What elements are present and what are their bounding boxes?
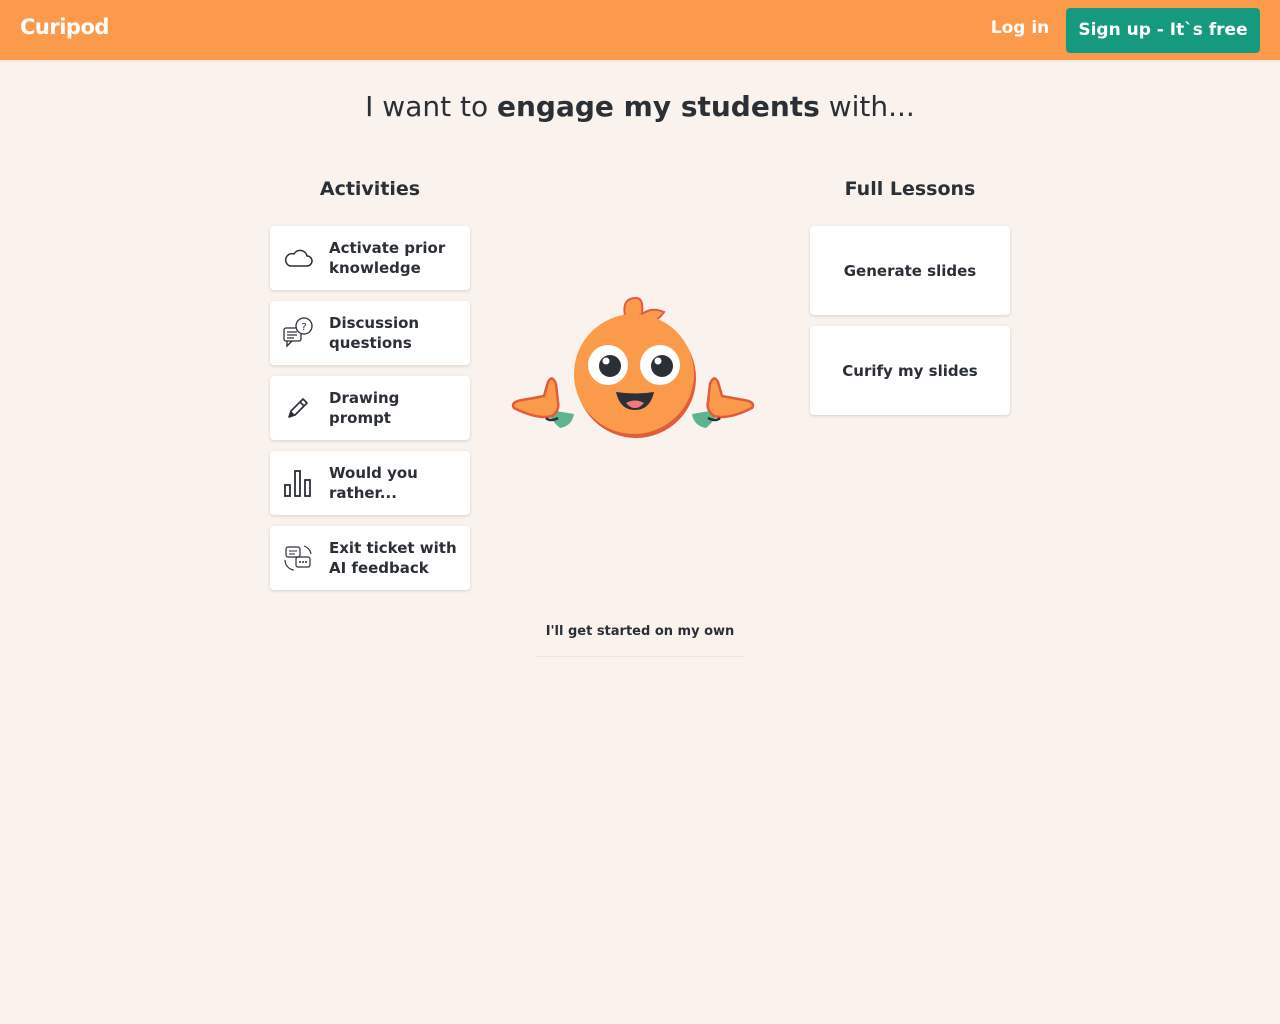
signup-button[interactable]: Sign up - It`s free (1066, 8, 1260, 53)
mascot-illustration (511, 296, 755, 438)
start-on-own-button[interactable]: I'll get started on my own (535, 617, 745, 657)
top-bar: Curipod Log in Sign up - It`s free (0, 0, 1280, 60)
curipod-logo[interactable]: Curipod (20, 15, 109, 39)
cloud-icon (284, 249, 313, 267)
activity-card-discussion-questions[interactable]: ? Discussion questions (270, 301, 470, 365)
generate-slides-button[interactable]: Generate slides (810, 226, 1010, 315)
activity-label: Would you rather... (329, 464, 418, 502)
activities-title: Activities (319, 178, 421, 200)
feedback-icon (284, 545, 312, 571)
heading-suffix: with... (819, 90, 915, 123)
activity-card-activate-prior-knowledge[interactable]: Activate prior knowledge (270, 226, 470, 290)
pencil-icon (288, 398, 308, 418)
activity-label: Activate prior knowledge (329, 239, 446, 277)
curify-slides-button[interactable]: Curify my slides (810, 326, 1010, 415)
heading-prefix: I want to (365, 90, 497, 123)
activity-label: Exit ticket with AI feedback (329, 539, 457, 577)
heading-bold: engage my students (497, 90, 820, 123)
page-heading: I want to engage my students with... (0, 90, 1280, 123)
lessons-title: Full Lessons (844, 178, 976, 200)
activity-card-exit-ticket[interactable]: Exit ticket with AI feedback (270, 526, 470, 590)
login-link[interactable]: Log in (980, 18, 1060, 38)
activity-label: Drawing prompt (329, 389, 400, 427)
bar-chart-icon (284, 470, 311, 497)
activity-card-drawing-prompt[interactable]: Drawing prompt (270, 376, 470, 440)
activity-label: Discussion questions (329, 314, 420, 352)
svg-text:?: ? (301, 322, 306, 333)
discussion-icon: ? (283, 317, 313, 348)
activity-card-would-you-rather[interactable]: Would you rather... (270, 451, 470, 515)
